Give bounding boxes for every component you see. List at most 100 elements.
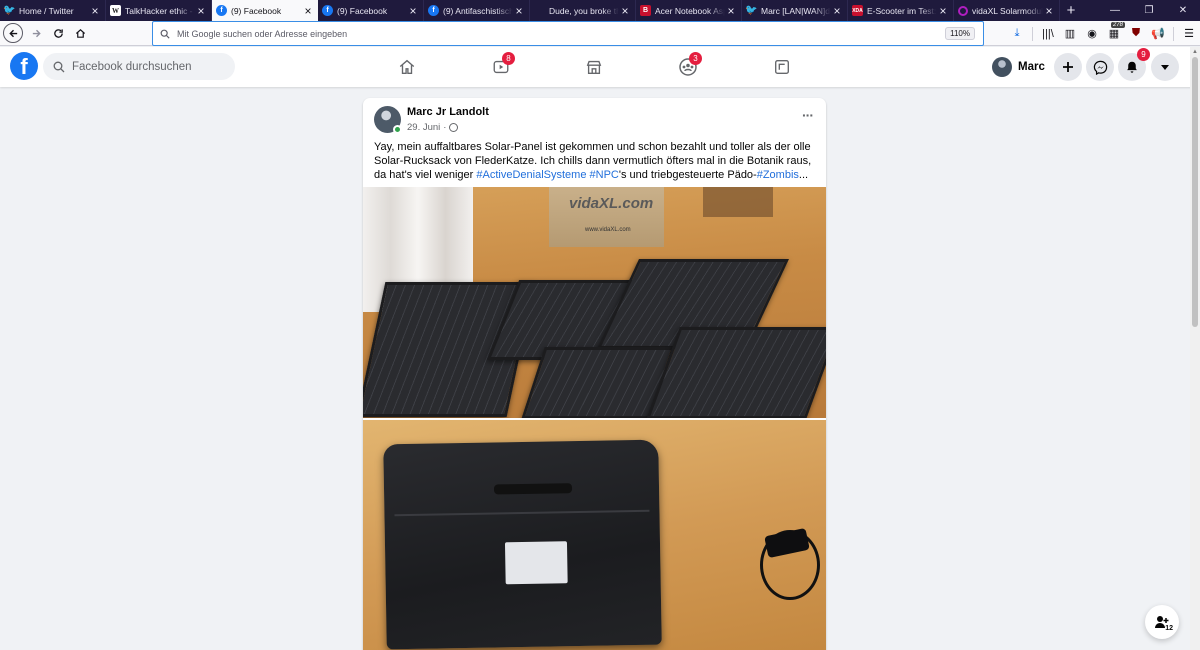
reload-button[interactable]	[47, 22, 69, 44]
tab-vidaxl[interactable]: vidaXL Solarmodul F ×	[954, 0, 1060, 21]
chair-shape	[703, 187, 773, 217]
nav-groups[interactable]: 3	[668, 47, 708, 87]
nav-watch[interactable]: 8	[481, 47, 521, 87]
xda-icon: XDA	[852, 5, 863, 16]
hashtag-link[interactable]: #Zombis	[757, 169, 799, 181]
facebook-icon: f	[216, 5, 227, 16]
tab-facebook-2[interactable]: f (9) Facebook ×	[318, 0, 424, 21]
scrollbar-thumb[interactable]	[1192, 57, 1198, 327]
facebook-search-input[interactable]	[72, 60, 222, 73]
post-photo-solar-panel[interactable]: vidaXL.com www.vidaXL.com	[363, 187, 826, 418]
close-tab-icon[interactable]: ×	[89, 5, 101, 17]
post-header: Marc Jr Landolt 29. Juni ·	[374, 106, 489, 134]
tab-acer-notebook[interactable]: B Acer Notebook Aspi ×	[636, 0, 742, 21]
post-author-name[interactable]: Marc Jr Landolt	[407, 106, 489, 118]
close-window-icon[interactable]: ✕	[1166, 0, 1200, 21]
notifications-badge: 9	[1137, 48, 1150, 61]
facebook-logo-icon[interactable]: f	[10, 52, 38, 80]
tab-dude-you-broke[interactable]: Dude, you broke the ×	[530, 0, 636, 21]
close-tab-icon[interactable]: ×	[619, 5, 631, 17]
post-date[interactable]: 29. Juni	[407, 122, 440, 133]
hashtag-link[interactable]: #NPC	[590, 169, 619, 181]
tab-title: (9) Facebook	[231, 5, 282, 16]
sidebar-icon[interactable]: ▥	[1059, 27, 1081, 40]
tab-title: (9) Facebook	[337, 5, 388, 16]
home-button[interactable]	[69, 22, 91, 44]
post-options-icon[interactable]: ···	[802, 107, 814, 123]
close-tab-icon[interactable]: ×	[302, 5, 314, 17]
home-icon	[399, 59, 415, 74]
author-avatar[interactable]	[374, 106, 402, 134]
nav-home[interactable]	[387, 47, 427, 87]
address-bar[interactable]: 110%	[152, 21, 984, 46]
back-button[interactable]	[3, 23, 23, 43]
acer-icon: B	[640, 5, 651, 16]
restore-icon[interactable]: ❐	[1132, 0, 1166, 21]
close-tab-icon[interactable]: ×	[937, 5, 949, 17]
notifications-button[interactable]: 9	[1118, 48, 1150, 81]
toolbar-separator	[1032, 26, 1033, 41]
public-globe-icon	[449, 123, 459, 132]
nav-marketplace[interactable]	[574, 47, 614, 87]
close-tab-icon[interactable]: ×	[195, 5, 207, 17]
megaphone-icon[interactable]: 📢	[1147, 27, 1169, 40]
menu-icon[interactable]: ☰	[1178, 27, 1200, 40]
blank-page-icon	[534, 5, 545, 16]
separator-dot: ·	[443, 122, 447, 133]
toolbar-separator	[1173, 26, 1174, 41]
zoom-level-button[interactable]: 110%	[945, 27, 975, 40]
post-timestamp: 29. Juni ·	[407, 122, 489, 133]
page-scrollbar[interactable]: ▲	[1190, 47, 1200, 650]
messenger-button[interactable]	[1086, 53, 1114, 81]
box-brand-text: vidaXL.com	[569, 195, 654, 212]
close-tab-icon[interactable]: ×	[513, 5, 525, 17]
tab-talkhacker[interactable]: W TalkHacker ethic - W ×	[106, 0, 212, 21]
tab-twitter-marc[interactable]: 🐦 Marc [LAN|WAN]do ×	[742, 0, 848, 21]
post-text-part: 's und triebgesteuerte Pädo-	[618, 169, 757, 181]
watch-notification-badge: 8	[502, 52, 515, 65]
feed-post: Marc Jr Landolt 29. Juni · ··· Yay, mein…	[363, 98, 826, 650]
tab-antifa-facebook[interactable]: f (9) Antifaschistische ×	[424, 0, 530, 21]
tab-escooter[interactable]: XDA E-Scooter im Test: Xi ×	[848, 0, 954, 21]
online-status-dot	[393, 125, 402, 134]
see-more-ellipsis[interactable]: ...	[799, 169, 808, 181]
product-label-shape	[504, 541, 568, 585]
scroll-up-icon[interactable]: ▲	[1190, 47, 1200, 57]
tab-title: Marc [LAN|WAN]do	[761, 5, 831, 16]
extension-badge-icon[interactable]: ▦ 278	[1103, 22, 1125, 40]
contacts-count: 12	[1165, 625, 1173, 632]
ublock-icon[interactable]: ⛊	[1125, 27, 1147, 40]
minimize-icon[interactable]: —	[1098, 0, 1132, 21]
library-icon[interactable]: |||\	[1037, 28, 1059, 40]
tab-facebook-active[interactable]: f (9) Facebook ×	[212, 0, 318, 21]
address-input[interactable]	[177, 28, 946, 39]
contacts-float-button[interactable]: 12	[1145, 605, 1179, 639]
nav-gaming[interactable]	[762, 47, 802, 87]
twitter-icon: 🐦	[3, 5, 16, 16]
downloads-icon[interactable]: ⤓	[1006, 27, 1028, 40]
facebook-icon: f	[428, 5, 439, 16]
new-tab-button[interactable]: +	[1060, 0, 1082, 21]
plus-icon	[1063, 62, 1073, 72]
profile-button[interactable]: Marc	[990, 53, 1051, 81]
twitter-icon: 🐦	[745, 5, 758, 16]
close-tab-icon[interactable]: ×	[407, 5, 419, 17]
close-tab-icon[interactable]: ×	[725, 5, 737, 17]
facebook-header: f 8 3 Marc 9	[0, 47, 1200, 87]
forward-button[interactable]	[25, 22, 47, 44]
close-tab-icon[interactable]: ×	[831, 5, 843, 17]
account-menu-button[interactable]	[1151, 53, 1179, 81]
close-tab-icon[interactable]: ×	[1043, 5, 1055, 17]
box-url-text: www.vidaXL.com	[585, 227, 631, 233]
marketplace-icon	[586, 60, 602, 74]
browser-toolbar: 110% ⤓ |||\ ▥ ◉ ▦278 ⛊ 📢 ☰	[0, 21, 1200, 46]
post-photo-folded-panel[interactable]	[363, 420, 826, 650]
window-controls: — ❐ ✕	[1098, 0, 1200, 21]
facebook-icon: f	[322, 5, 333, 16]
hashtag-link[interactable]: #ActiveDenialSysteme	[476, 169, 586, 181]
account-icon[interactable]: ◉	[1081, 27, 1103, 40]
wikipedia-icon: W	[110, 5, 121, 16]
tab-twitter-home[interactable]: 🐦 Home / Twitter ×	[0, 0, 106, 21]
facebook-search-box[interactable]	[43, 53, 235, 80]
create-button[interactable]	[1054, 53, 1082, 81]
